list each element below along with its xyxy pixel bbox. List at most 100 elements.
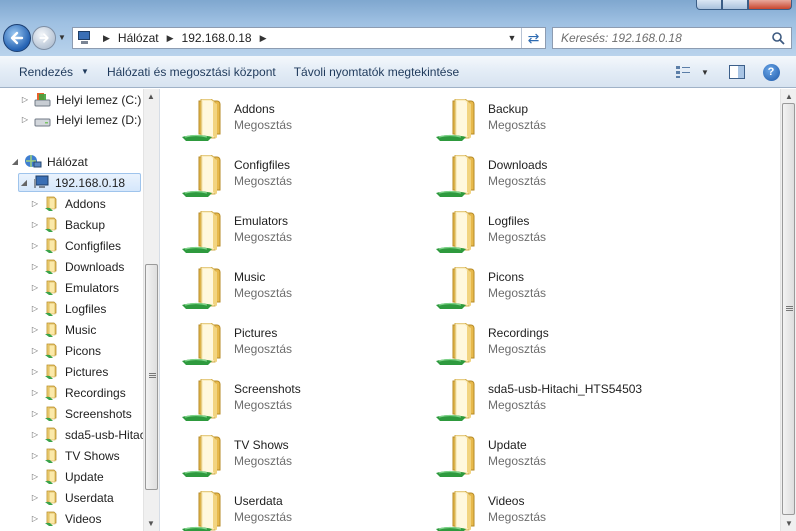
chevron-right-icon[interactable]: ▶ [167, 33, 174, 44]
nav-item-label: Recordings [65, 385, 126, 400]
forward-button[interactable] [32, 26, 56, 50]
nav-scrollbar[interactable]: ▲ ▼ [143, 89, 159, 531]
share-tile[interactable]: Update Megosztás [417, 431, 657, 481]
recent-pages-dropdown[interactable]: ▼ [58, 33, 66, 42]
scrollbar-thumb[interactable] [782, 103, 795, 515]
expand-arrow-icon[interactable]: ▷ [30, 304, 40, 313]
share-name: Recordings [488, 326, 549, 340]
scroll-up-icon[interactable]: ▲ [785, 92, 793, 101]
expand-arrow-icon[interactable]: ▷ [30, 430, 40, 439]
expand-arrow-icon[interactable]: ▷ [30, 388, 40, 397]
nav-share-item[interactable]: ▷ Recordings [30, 383, 126, 402]
expand-arrow-icon[interactable]: ▷ [30, 199, 40, 208]
address-dropdown-icon[interactable]: ▼ [503, 33, 521, 43]
nav-share-item[interactable]: ▷ Logfiles [30, 299, 106, 318]
nav-item-network[interactable]: ◢ Hálózat [10, 152, 88, 171]
scrollbar-thumb[interactable] [145, 264, 158, 490]
share-tile[interactable]: Videos Megosztás [417, 487, 657, 531]
nav-share-item[interactable]: ▷ Videos [30, 509, 101, 528]
search-icon[interactable] [771, 31, 785, 45]
nav-item-label: Screenshots [65, 406, 132, 421]
share-tile[interactable]: Configfiles Megosztás [163, 151, 403, 201]
expand-arrow-icon[interactable]: ▷ [20, 95, 30, 104]
expand-arrow-icon[interactable]: ▷ [30, 472, 40, 481]
nav-share-item[interactable]: ▷ Configfiles [30, 236, 121, 255]
expand-arrow-icon[interactable]: ▷ [30, 409, 40, 418]
scroll-down-icon[interactable]: ▼ [785, 519, 793, 528]
share-tile[interactable]: TV Shows Megosztás [163, 431, 403, 481]
expand-arrow-icon[interactable]: ▷ [30, 514, 40, 523]
nav-share-item[interactable]: ▷ Update [30, 467, 104, 486]
share-tile[interactable]: Pictures Megosztás [163, 319, 403, 369]
share-tile[interactable]: Addons Megosztás [163, 95, 403, 145]
share-type: Megosztás [488, 398, 547, 412]
help-button[interactable]: ? [760, 60, 782, 84]
nav-item-label: Addons [65, 196, 106, 211]
collapse-arrow-icon[interactable]: ◢ [19, 178, 29, 187]
shared-folder-icon [179, 378, 227, 423]
maximize-button[interactable] [722, 0, 748, 10]
share-tile[interactable]: Recordings Megosztás [417, 319, 657, 369]
expand-arrow-icon[interactable]: ▷ [20, 115, 30, 124]
nav-share-item[interactable]: ▷ Music [30, 320, 96, 339]
share-tile[interactable]: Emulators Megosztás [163, 207, 403, 257]
share-tile[interactable]: Screenshots Megosztás [163, 375, 403, 425]
share-tile[interactable]: sda5-usb-Hitachi_HTS54503 Megosztás [417, 375, 657, 425]
nav-share-item[interactable]: ▷ Screenshots [30, 404, 132, 423]
expand-arrow-icon[interactable]: ▷ [30, 220, 40, 229]
collapse-arrow-icon[interactable]: ◢ [10, 157, 20, 166]
expand-arrow-icon[interactable]: ▷ [30, 262, 40, 271]
organize-button[interactable]: Rendezés ▼ [10, 60, 98, 84]
share-type: Megosztás [488, 118, 547, 132]
nav-share-item[interactable]: ▷ Downloads [30, 257, 124, 276]
nav-share-item[interactable]: ▷ TV Shows [30, 446, 120, 465]
refresh-icon[interactable]: ⇄ [521, 28, 545, 48]
expand-arrow-icon[interactable]: ▷ [30, 367, 40, 376]
search-box[interactable] [552, 27, 792, 49]
close-button[interactable] [748, 0, 792, 10]
chevron-right-icon[interactable]: ▶ [260, 33, 267, 44]
breadcrumb-network[interactable]: Hálózat [118, 31, 159, 45]
expand-arrow-icon[interactable]: ▷ [30, 493, 40, 502]
remote-printers-button[interactable]: Távoli nyomtatók megtekintése [285, 60, 468, 84]
share-tile[interactable]: Music Megosztás [163, 263, 403, 313]
nav-item-label: Configfiles [65, 238, 122, 253]
search-input[interactable] [561, 31, 761, 45]
preview-pane-button[interactable] [726, 60, 748, 84]
minimize-button[interactable] [696, 0, 722, 10]
nav-item-drive-d[interactable]: ▷ Helyi lemez (D:) [20, 110, 141, 129]
view-options-button[interactable]: ▼ [672, 60, 712, 84]
nav-share-item[interactable]: ▷ Emulators [30, 278, 119, 297]
share-tile[interactable]: Backup Megosztás [417, 95, 657, 145]
breadcrumb-host[interactable]: 192.168.0.18 [182, 31, 252, 45]
network-center-button[interactable]: Hálózati és megosztási központ [98, 60, 285, 84]
expand-arrow-icon[interactable]: ▷ [30, 283, 40, 292]
nav-share-item[interactable]: ▷ Addons [30, 194, 106, 213]
nav-item-drive-c[interactable]: ▷ Helyi lemez (C:) [20, 90, 141, 109]
nav-share-item[interactable]: ▷ Picons [30, 341, 101, 360]
chevron-right-icon[interactable]: ▶ [103, 33, 110, 44]
back-button[interactable] [3, 24, 31, 52]
scroll-down-icon[interactable]: ▼ [147, 519, 155, 528]
nav-share-item[interactable]: ▷ Pictures [30, 362, 108, 381]
nav-item-host[interactable]: ◢ 192.168.0.18 [18, 173, 141, 192]
expand-arrow-icon[interactable]: ▷ [30, 451, 40, 460]
nav-item-label: Emulators [65, 280, 120, 295]
share-type: Megosztás [488, 454, 547, 468]
expand-arrow-icon[interactable]: ▷ [30, 346, 40, 355]
nav-share-item[interactable]: ▷ Backup [30, 215, 105, 234]
address-bar[interactable]: ▶ Hálózat ▶ 192.168.0.18 ▶ ▼ ⇄ [72, 27, 546, 49]
content-scrollbar[interactable]: ▲ ▼ [780, 89, 796, 531]
share-tile[interactable]: Userdata Megosztás [163, 487, 403, 531]
nav-share-item[interactable]: ▷ sda5-usb-Hitac [30, 425, 146, 444]
share-name: Backup [488, 102, 529, 116]
share-tile[interactable]: Logfiles Megosztás [417, 207, 657, 257]
share-tile[interactable]: Picons Megosztás [417, 263, 657, 313]
nav-share-item[interactable]: ▷ Userdata [30, 488, 114, 507]
scroll-up-icon[interactable]: ▲ [147, 92, 155, 101]
network-icon [24, 154, 42, 170]
expand-arrow-icon[interactable]: ▷ [30, 325, 40, 334]
nav-item-label: Downloads [65, 259, 125, 274]
share-tile[interactable]: Downloads Megosztás [417, 151, 657, 201]
expand-arrow-icon[interactable]: ▷ [30, 241, 40, 250]
